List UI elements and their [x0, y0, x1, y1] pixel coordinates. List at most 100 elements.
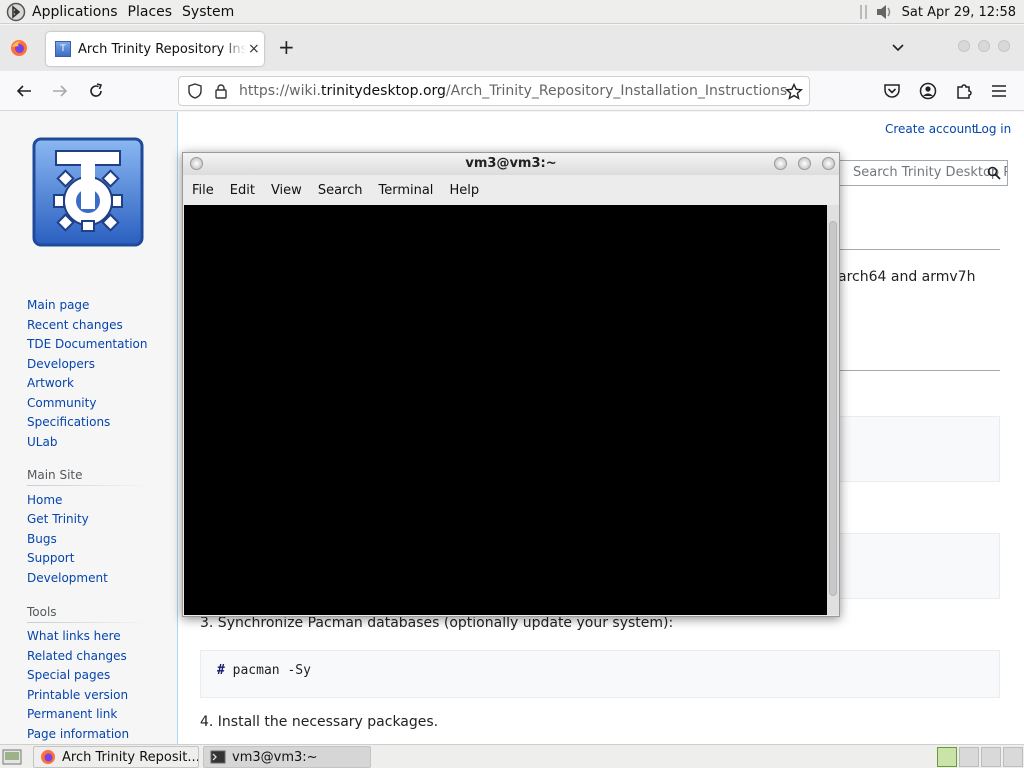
- pacman-sy-code-block: # pacman -Sy: [200, 650, 1000, 698]
- tab-close-icon[interactable]: ×: [248, 41, 260, 57]
- volume-icon[interactable]: [874, 2, 894, 22]
- gnome-foot-icon[interactable]: [6, 2, 26, 22]
- maximize-button[interactable]: [978, 40, 990, 52]
- taskbar-firefox[interactable]: Arch Trinity Reposit...: [33, 746, 199, 768]
- places-menu[interactable]: Places: [128, 4, 173, 20]
- wiki-search-placeholder: Search Trinity Desktop Project: [853, 165, 1007, 180]
- browser-nav-bar: https://wiki.trinitydesktop.org/Arch_Tri…: [0, 71, 1024, 111]
- architecture-text: arch64 and armv7h: [838, 269, 976, 285]
- bookmark-star-icon[interactable]: [785, 83, 803, 101]
- applications-menu[interactable]: Applications: [32, 4, 118, 20]
- terminal-menu-search[interactable]: Search: [318, 183, 363, 198]
- terminal-screen[interactable]: [184, 205, 827, 615]
- step-4-text: 4. Install the necessary packages.: [200, 714, 439, 730]
- root-prompt-hash: #: [217, 663, 225, 678]
- sidebar-link-recent-changes[interactable]: Recent changes: [27, 318, 123, 332]
- terminal-menu-view[interactable]: View: [271, 183, 302, 198]
- pocket-icon[interactable]: [883, 82, 901, 100]
- firefox-icon[interactable]: [10, 39, 28, 57]
- sidebar-link-related-changes[interactable]: Related changes: [27, 649, 127, 663]
- step-3-text: 3. Synchronize Pacman databases (optiona…: [200, 615, 674, 631]
- list-all-tabs-chevron-icon[interactable]: [890, 39, 906, 55]
- terminal-icon: [210, 750, 226, 764]
- workspace-4[interactable]: [1003, 747, 1023, 767]
- url-scheme: https://wiki.: [239, 83, 321, 99]
- terminal-menu-help[interactable]: Help: [449, 183, 479, 198]
- back-arrow-icon[interactable]: [15, 82, 33, 100]
- search-icon[interactable]: [987, 166, 1001, 180]
- url-path: /Arch_Trinity_Repository_Installation_In…: [445, 83, 788, 99]
- terminal-menu-terminal[interactable]: Terminal: [378, 183, 433, 198]
- sidebar-link-artwork[interactable]: Artwork: [27, 376, 74, 390]
- sidebar-link-get-trinity[interactable]: Get Trinity: [27, 512, 89, 526]
- extensions-puzzle-icon[interactable]: [955, 82, 973, 100]
- create-account-link[interactable]: Create account: [885, 122, 977, 136]
- bottom-panel: Arch Trinity Reposit... vm3@vm3:~: [0, 744, 1024, 768]
- log-in-link[interactable]: Log in: [975, 122, 1011, 136]
- close-window-button[interactable]: [998, 40, 1010, 52]
- tray-handle-icon: [859, 5, 867, 19]
- tracking-protection-shield-icon[interactable]: [187, 83, 203, 99]
- trinity-logo[interactable]: [32, 137, 144, 247]
- window-controls: [958, 40, 1010, 52]
- system-tray: Sat Apr 29, 12:58: [858, 0, 1024, 24]
- sidebar-link-specifications[interactable]: Specifications: [27, 415, 110, 429]
- sidebar-link-printable-version[interactable]: Printable version: [27, 688, 128, 702]
- top-panel: Applications Places System Sat Apr 29, 1…: [0, 0, 1024, 24]
- sidebar-separator: [27, 485, 151, 486]
- account-icon[interactable]: [919, 82, 937, 100]
- sidebar-link-tde-documentation[interactable]: TDE Documentation: [27, 337, 147, 351]
- minimize-button[interactable]: [958, 40, 970, 52]
- hamburger-menu-icon[interactable]: [990, 82, 1008, 100]
- sidebar-link-bugs[interactable]: Bugs: [27, 532, 57, 546]
- url-host: trinitydesktop.org: [320, 83, 446, 99]
- sidebar-heading-main-site: Main Site: [27, 468, 83, 482]
- sidebar-link-what-links-here[interactable]: What links here: [27, 629, 121, 643]
- wiki-search-input[interactable]: Search Trinity Desktop Project: [838, 160, 1008, 186]
- terminal-window[interactable]: vm3@vm3:~ File Edit View Search Terminal…: [182, 152, 840, 617]
- sidebar-link-support[interactable]: Support: [27, 551, 74, 565]
- sidebar-link-home[interactable]: Home: [27, 493, 62, 507]
- pacman-sy-command: pacman -Sy: [232, 663, 311, 678]
- sidebar-heading-tools: Tools: [27, 605, 57, 619]
- sidebar-separator: [27, 622, 151, 623]
- workspace-3[interactable]: [981, 747, 1001, 767]
- wiki-sidebar: Main page Recent changes TDE Documentati…: [0, 112, 177, 744]
- tab-arch-trinity[interactable]: T Arch Trinity Repository Installation I…: [46, 32, 264, 66]
- workspace-2[interactable]: [959, 747, 979, 767]
- terminal-menu-file[interactable]: File: [192, 183, 214, 198]
- terminal-scrollbar[interactable]: [827, 205, 839, 615]
- terminal-menu-edit[interactable]: Edit: [230, 183, 255, 198]
- taskbar-terminal[interactable]: vm3@vm3:~: [203, 746, 371, 768]
- sidebar-link-developers[interactable]: Developers: [27, 357, 95, 371]
- reload-icon[interactable]: [87, 82, 105, 100]
- sidebar-link-community[interactable]: Community: [27, 396, 96, 410]
- sidebar-link-special-pages[interactable]: Special pages: [27, 668, 110, 682]
- terminal-title: vm3@vm3:~: [465, 156, 557, 171]
- url-bar[interactable]: https://wiki.trinitydesktop.org/Arch_Tri…: [178, 76, 810, 106]
- tab-title: Arch Trinity Repository Installation Ins…: [78, 41, 246, 57]
- sidebar-link-page-information[interactable]: Page information: [27, 727, 129, 741]
- new-tab-button[interactable]: +: [278, 35, 295, 59]
- show-desktop-icon[interactable]: [2, 748, 22, 766]
- system-menu[interactable]: System: [182, 4, 234, 20]
- sidebar-link-ulab[interactable]: ULab: [27, 435, 57, 449]
- forward-arrow-icon[interactable]: [51, 82, 69, 100]
- sidebar-link-permanent-link[interactable]: Permanent link: [27, 707, 117, 721]
- url-text[interactable]: https://wiki.trinitydesktop.org/Arch_Tri…: [239, 83, 787, 99]
- workspace-1[interactable]: [937, 747, 957, 767]
- firefox-icon: [41, 750, 55, 764]
- terminal-menubar: File Edit View Search Terminal Help: [183, 175, 839, 205]
- terminal-titlebar[interactable]: vm3@vm3:~: [183, 153, 839, 175]
- sidebar-link-main-page[interactable]: Main page: [27, 298, 89, 312]
- clock[interactable]: Sat Apr 29, 12:58: [902, 5, 1016, 20]
- taskbar-firefox-label: Arch Trinity Reposit...: [62, 749, 199, 765]
- trinity-favicon-icon: T: [55, 41, 71, 57]
- terminal-maximize-button[interactable]: [798, 157, 811, 170]
- terminal-minimize-button[interactable]: [774, 157, 787, 170]
- terminal-scrollbar-thumb[interactable]: [829, 221, 837, 596]
- lock-icon[interactable]: [213, 83, 229, 99]
- terminal-close-button[interactable]: [822, 157, 835, 170]
- taskbar-terminal-label: vm3@vm3:~: [232, 749, 318, 765]
- sidebar-link-development[interactable]: Development: [27, 571, 108, 585]
